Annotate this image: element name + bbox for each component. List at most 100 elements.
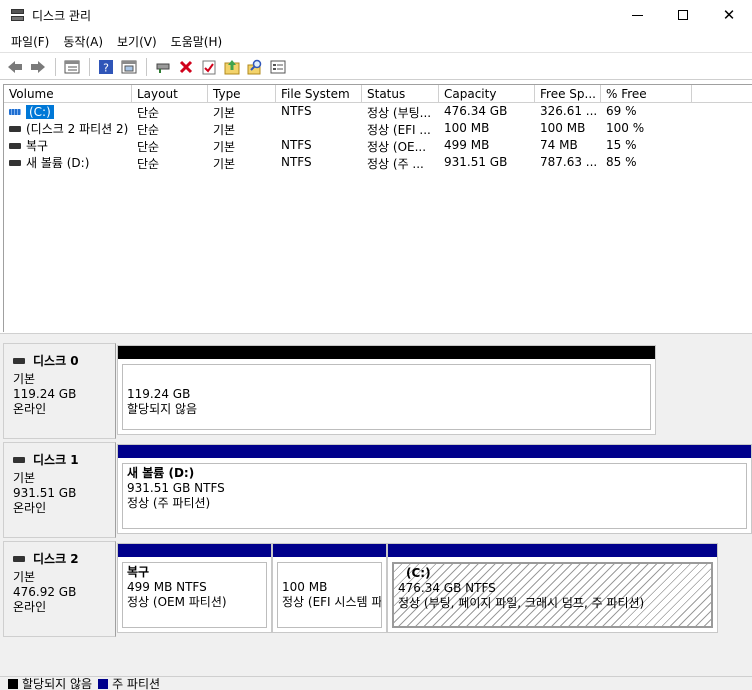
column-type[interactable]: Type — [208, 85, 276, 102]
partition-unallocated[interactable]: 119.24 GB 할당되지 않음 — [117, 345, 656, 435]
partition-size: 100 MB — [282, 580, 328, 594]
volume-free: 326.61 ... — [540, 104, 598, 118]
column-capacity[interactable]: Capacity — [439, 85, 535, 102]
menu-action[interactable]: 동작(A) — [56, 31, 110, 52]
delete-icon — [179, 60, 193, 73]
check-icon — [202, 60, 216, 74]
settings-button[interactable] — [267, 56, 289, 78]
menu-file[interactable]: 파일(F) — [4, 31, 56, 52]
partition-bar — [118, 346, 655, 359]
window-title: 디스크 관리 — [32, 8, 92, 23]
column-file-system[interactable]: File System — [276, 85, 362, 102]
help-button[interactable]: ? — [95, 56, 117, 78]
volume-row[interactable]: 복구 단순 기본 NTFS 정상 (OE... 499 MB 74 MB 15 … — [4, 137, 752, 154]
close-icon: ✕ — [722, 5, 736, 24]
volume-pct-free: 15 % — [606, 138, 637, 152]
volume-row[interactable]: 새 볼륨 (D:) 단순 기본 NTFS 정상 (주 ... 931.51 GB… — [4, 154, 752, 171]
disk-name: 디스크 1 — [33, 453, 79, 467]
partition-size: 119.24 GB — [127, 387, 191, 401]
partition-status: 정상 (OEM 파티션) — [127, 595, 227, 609]
import-icon — [224, 59, 240, 74]
window-controls: ✕ — [614, 0, 752, 30]
partition-status: 할당되지 않음 — [127, 402, 198, 416]
disk-row: 디스크 0 기본 119.24 GB 온라인 119.24 GB 할당되지 않음 — [3, 343, 752, 439]
drive-icon — [9, 125, 21, 132]
disk-list-button[interactable] — [61, 56, 83, 78]
delete-button[interactable] — [175, 56, 197, 78]
partition-efi[interactable]: 100 MB 정상 (EFI 시스템 파 — [272, 543, 387, 633]
drive-icon — [9, 159, 21, 166]
disk-size: 476.92 GB — [13, 585, 77, 599]
disk-icon — [13, 456, 25, 463]
settings-icon — [270, 60, 286, 73]
back-arrow-icon — [8, 60, 22, 73]
search-button[interactable] — [244, 56, 266, 78]
volume-capacity: 931.51 GB — [444, 155, 508, 169]
volume-list: Volume Layout Type File System Status Ca… — [3, 84, 752, 332]
volume-layout: 단순 — [137, 157, 160, 171]
volume-pct-free: 69 % — [606, 104, 637, 118]
menu-view[interactable]: 보기(V) — [110, 31, 164, 52]
disk-kind: 기본 — [13, 471, 36, 485]
column-layout[interactable]: Layout — [132, 85, 208, 102]
minimize-icon — [631, 14, 643, 16]
volume-layout: 단순 — [137, 140, 160, 154]
volume-name: (디스크 2 파티션 2) — [26, 122, 129, 136]
partition-primary[interactable]: 새 볼륨 (D:) 931.51 GB NTFS 정상 (주 파티션) — [117, 444, 752, 534]
import-button[interactable] — [221, 56, 243, 78]
volume-layout: 단순 — [137, 123, 160, 137]
partition-size: 499 MB NTFS — [127, 580, 207, 594]
column-volume[interactable]: Volume — [4, 85, 132, 102]
column-status[interactable]: Status — [362, 85, 439, 102]
column-percent-free[interactable]: % Free — [601, 85, 692, 102]
legend-label: 주 파티션 — [112, 677, 161, 690]
disk-info[interactable]: 디스크 0 기본 119.24 GB 온라인 — [3, 343, 116, 439]
volume-layout: 단순 — [137, 106, 160, 120]
partition-system-c[interactable]: (C:) 476.34 GB NTFS 정상 (부팅, 페이지 파일, 크래시 … — [387, 543, 718, 633]
forward-button[interactable] — [27, 56, 49, 78]
disk-state: 온라인 — [13, 600, 47, 614]
disk-kind: 기본 — [13, 570, 36, 584]
disk-name: 디스크 0 — [33, 354, 79, 368]
maximize-button[interactable] — [660, 0, 706, 30]
menu-bar: 파일(F) 동작(A) 보기(V) 도움말(H) — [0, 31, 752, 53]
volume-status: 정상 (OE... — [367, 140, 427, 154]
help-icon: ? — [99, 59, 113, 74]
legend-item: 주 파티션 — [98, 675, 160, 690]
partition-bar — [388, 544, 717, 557]
partition-size: 931.51 GB NTFS — [127, 481, 225, 495]
volume-type: 기본 — [213, 123, 236, 137]
toolbar-separator — [89, 57, 90, 76]
svg-text:?: ? — [103, 61, 109, 74]
toolbar: ? — [0, 54, 752, 80]
volume-list-header: Volume Layout Type File System Status Ca… — [4, 85, 752, 103]
volume-type: 기본 — [213, 106, 236, 120]
column-free-space[interactable]: Free Sp... — [535, 85, 601, 102]
volume-row[interactable]: (C:) 단순 기본 NTFS 정상 (부팅... 476.34 GB 326.… — [4, 103, 752, 120]
partition-recovery[interactable]: 복구 499 MB NTFS 정상 (OEM 파티션) — [117, 543, 272, 633]
toolbar-separator — [55, 57, 56, 76]
check-button[interactable] — [198, 56, 220, 78]
maximize-icon — [678, 10, 688, 20]
volume-row[interactable]: (디스크 2 파티션 2) 단순 기본 정상 (EFI ... 100 MB 1… — [4, 120, 752, 137]
connect-drive-button[interactable] — [152, 56, 174, 78]
volume-free: 74 MB — [540, 138, 578, 152]
volume-fs: NTFS — [281, 138, 312, 152]
partition-status: 정상 (주 파티션) — [127, 496, 211, 510]
partition-status: 정상 (부팅, 페이지 파일, 크래시 덤프, 주 파티션) — [398, 596, 645, 610]
legend-swatch-unallocated — [8, 678, 18, 689]
menu-help[interactable]: 도움말(H) — [164, 31, 230, 52]
disk-info[interactable]: 디스크 1 기본 931.51 GB 온라인 — [3, 442, 116, 538]
volume-free: 787.63 ... — [540, 155, 598, 169]
properties-button[interactable] — [118, 56, 140, 78]
partition-bar — [273, 544, 386, 557]
back-button[interactable] — [4, 56, 26, 78]
volume-name: (C:) — [26, 104, 54, 119]
close-button[interactable]: ✕ — [706, 0, 752, 30]
disk-info[interactable]: 디스크 2 기본 476.92 GB 온라인 — [3, 541, 116, 637]
title-bar: 디스크 관리 ✕ — [0, 0, 752, 30]
minimize-button[interactable] — [614, 0, 660, 30]
search-icon — [247, 59, 262, 74]
disk-management-icon — [10, 8, 26, 22]
volume-fs — [276, 120, 362, 137]
